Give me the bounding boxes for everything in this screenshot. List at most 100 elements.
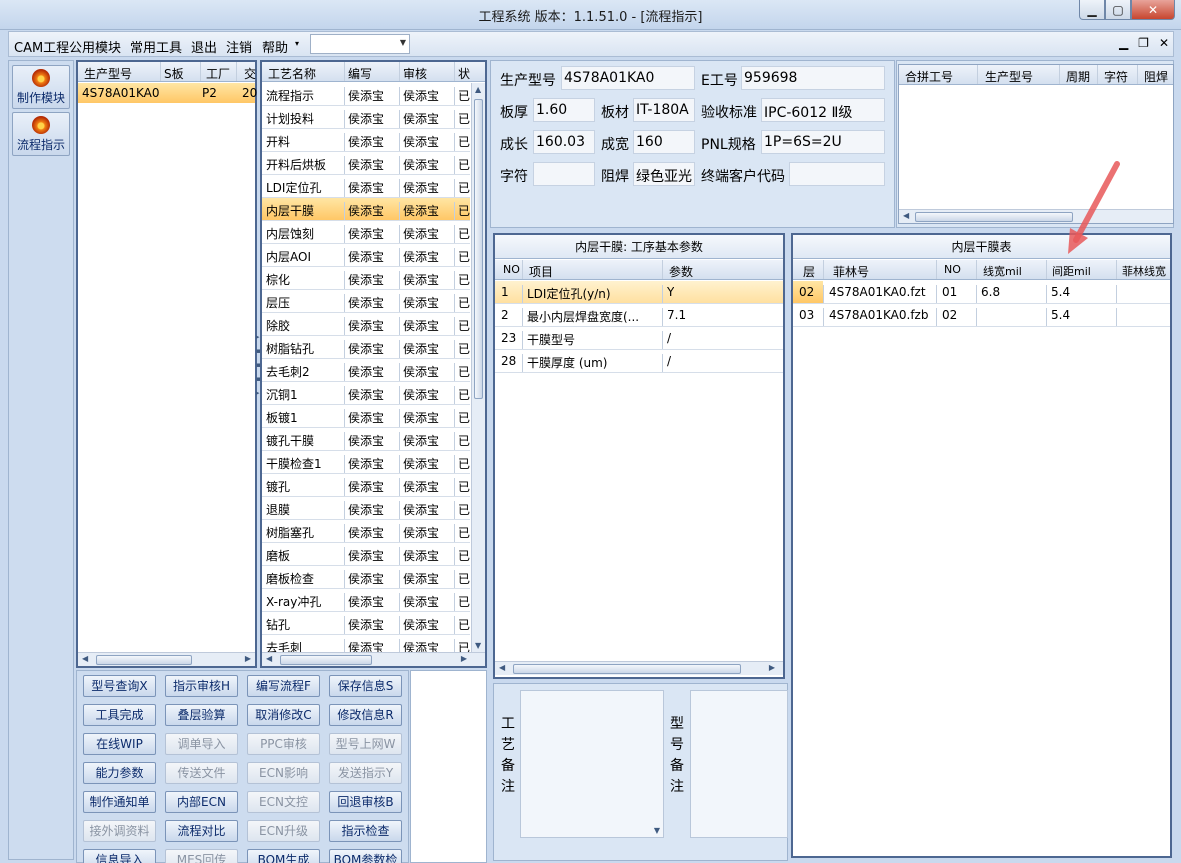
scroll-thumb[interactable] [280,655,372,665]
action-button[interactable]: ECN文控 [247,791,320,813]
mdi-minimize-icon[interactable]: ▁ [1119,36,1128,50]
col-film-no[interactable]: 菲林号 [833,263,869,280]
table-row[interactable]: 内层蚀刻 侯添宝 侯添宝 已 [262,221,470,244]
chevron-down-icon[interactable]: ▼ [400,38,406,47]
table-row[interactable]: 内层干膜 侯添宝 侯添宝 已 [262,198,470,221]
action-button[interactable]: ECN影响 [247,762,320,784]
table-row[interactable]: 退膜 侯添宝 侯添宝 已 [262,497,470,520]
table-row[interactable]: 2 最小内层焊盘宽度(... 7.1 [495,304,783,327]
action-button[interactable]: MES回传 [165,849,238,863]
standard-field[interactable]: IPC-6012 Ⅱ级 [761,98,885,122]
table-row[interactable]: 4S78A01KA0 P2 20 [78,83,257,103]
action-button[interactable]: BOM生成 [247,849,320,863]
col-line-width[interactable]: 线宽mil [983,263,1022,279]
action-button[interactable]: 工具完成 [83,704,156,726]
col-film-line-width[interactable]: 菲林线宽 [1122,263,1170,279]
action-button[interactable]: 型号查询X [83,675,156,697]
table-row[interactable]: 磨板 侯添宝 侯添宝 已 [262,543,470,566]
col-merge-model[interactable]: 生产型号 [985,68,1033,85]
menu-common-tools[interactable]: 常用工具 [130,37,182,56]
table-row[interactable]: 流程指示 侯添宝 侯添宝 已 [262,83,470,106]
make-module-button[interactable]: 制作模块 [12,65,70,109]
mdi-restore-icon[interactable]: ❐ [1138,36,1149,50]
process-vscroll[interactable]: ▲ ▼ [471,83,485,652]
action-button[interactable]: 指示检查 [329,820,402,842]
action-button[interactable]: 修改信息R [329,704,402,726]
process-hscroll[interactable]: ◀ ▶ [262,652,485,666]
menu-help[interactable]: 帮助 [262,37,288,56]
product-hscroll[interactable]: ◀ ▶ [78,652,255,666]
action-button[interactable]: 传送文件 [165,762,238,784]
col-due[interactable]: 交 [244,65,256,82]
scroll-thumb[interactable] [474,99,483,399]
col-layer[interactable]: 层 [803,263,815,280]
action-button[interactable]: 保存信息S [329,675,402,697]
col-char[interactable]: 字符 [1104,68,1128,85]
action-button[interactable]: 内部ECN [165,791,238,813]
length-field[interactable]: 160.03 [533,130,595,154]
material-field[interactable]: IT-180A [633,98,695,122]
menu-combo[interactable]: ▼ [310,34,410,54]
col-model[interactable]: 生产型号 [84,65,132,82]
splitter-grip[interactable]: ▸ ▪ ▪ ▪ ▸ [256,330,261,400]
action-button[interactable]: BOM参数检查 [329,849,402,863]
table-row[interactable]: 除胶 侯添宝 侯添宝 已 [262,313,470,336]
col-param[interactable]: 参数 [669,263,693,280]
table-row[interactable]: 沉铜1 侯添宝 侯添宝 已 [262,382,470,405]
col-no[interactable]: NO [503,263,520,276]
action-button[interactable]: 发送指示Y [329,762,402,784]
table-row[interactable]: 镀孔 侯添宝 侯添宝 已 [262,474,470,497]
mdi-close-icon[interactable]: ✕ [1159,36,1169,50]
table-row[interactable]: 棕化 侯添宝 侯添宝 已 [262,267,470,290]
action-button[interactable]: 指示审核H [165,675,238,697]
table-row[interactable]: 干膜检查1 侯添宝 侯添宝 已 [262,451,470,474]
col-factory[interactable]: 工厂 [206,65,230,82]
col-s-board[interactable]: S板 [164,65,184,82]
table-row[interactable]: 03 4S78A01KA0.fzb 02 5.4 [793,304,1170,327]
col-mask[interactable]: 阻焊 [1144,68,1168,85]
action-button[interactable]: ECN升级 [247,820,320,842]
action-button[interactable]: 流程对比 [165,820,238,842]
width-field[interactable]: 160 [633,130,695,154]
table-row[interactable]: 内层AOI 侯添宝 侯添宝 已 [262,244,470,267]
flow-indicator-button[interactable]: 流程指示 [12,112,70,156]
action-button[interactable]: 能力参数 [83,762,156,784]
col-merge-job[interactable]: 合拼工号 [905,68,953,85]
action-button[interactable]: PPC审核 [247,733,320,755]
table-row[interactable]: 28 干膜厚度 (um) / [495,350,783,373]
table-row[interactable]: 1 LDI定位孔(y/n) Y [495,281,783,304]
help-dropdown-icon[interactable]: ▾ [295,39,299,48]
table-row[interactable]: 树脂钻孔 侯添宝 侯添宝 已 [262,336,470,359]
action-button[interactable]: 叠层验算 [165,704,238,726]
table-row[interactable]: 去毛刺2 侯添宝 侯添宝 已 [262,359,470,382]
table-row[interactable]: 23 干膜型号 / [495,327,783,350]
action-button[interactable]: 信息导入 [83,849,156,863]
table-row[interactable]: 钻孔 侯添宝 侯添宝 已 [262,612,470,635]
table-row[interactable]: 开料 侯添宝 侯添宝 已 [262,129,470,152]
pnl-field[interactable]: 1P=6S=2U [761,130,885,154]
close-icon[interactable]: ✕ [1131,0,1175,20]
table-row[interactable]: 磨板检查 侯添宝 侯添宝 已 [262,566,470,589]
params-hscroll[interactable]: ◀ ▶ [495,661,783,675]
menu-logout[interactable]: 注销 [226,37,252,56]
col-status[interactable]: 状 [458,65,470,82]
table-row[interactable]: 镀孔干膜 侯添宝 侯添宝 已 [262,428,470,451]
action-button[interactable]: 接外调资料 [83,820,156,842]
e-number-field[interactable]: 959698 [741,66,885,90]
mask-field[interactable]: 绿色亚光 [633,162,695,186]
minimize-icon[interactable]: ▁ [1079,0,1105,20]
action-button[interactable]: 调单导入 [165,733,238,755]
table-row[interactable]: 板镀1 侯添宝 侯添宝 已 [262,405,470,428]
model-notes-field[interactable] [690,690,788,838]
table-row[interactable]: 计划投料 侯添宝 侯添宝 已 [262,106,470,129]
col-film-index[interactable]: NO [944,263,961,276]
menu-cam[interactable]: CAM工程 [14,37,69,56]
char-field[interactable] [533,162,595,186]
col-writer[interactable]: 编写 [348,65,372,82]
action-button[interactable]: 型号上网W [329,733,402,755]
action-button[interactable]: 回退审核B [329,791,402,813]
table-row[interactable]: 层压 侯添宝 侯添宝 已 [262,290,470,313]
table-row[interactable]: 02 4S78A01KA0.fzt 01 6.8 5.4 [793,281,1170,304]
action-button[interactable]: 制作通知单 [83,791,156,813]
maximize-icon[interactable]: ▢ [1105,0,1131,20]
